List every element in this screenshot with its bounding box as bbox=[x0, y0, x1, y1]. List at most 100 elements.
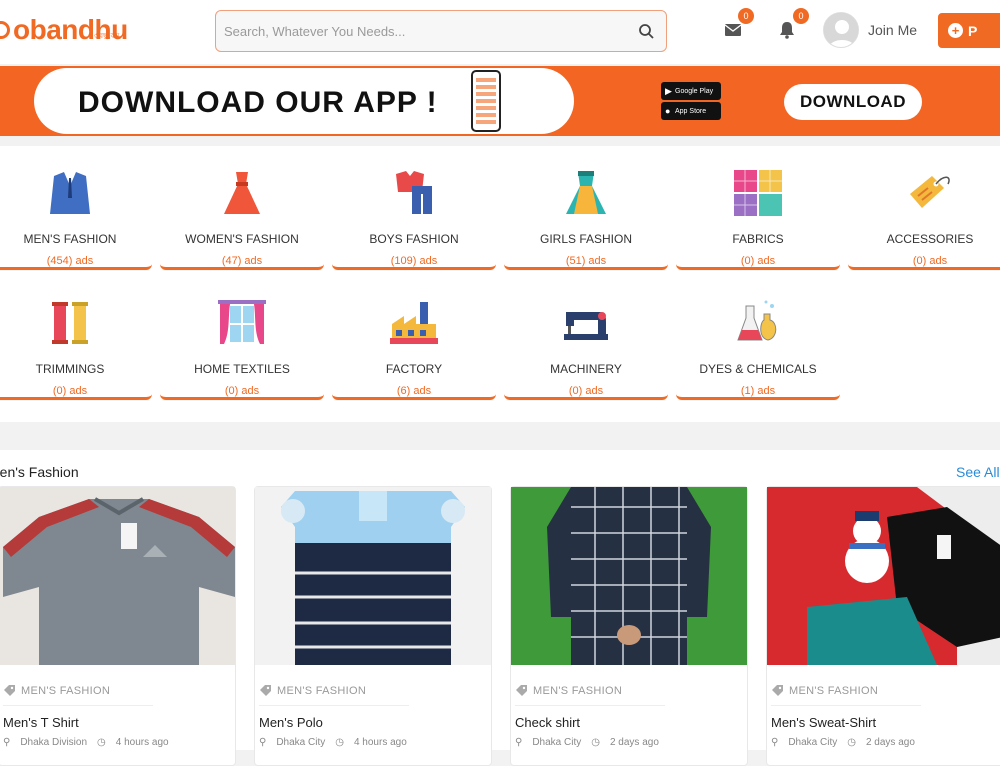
product-image[interactable] bbox=[511, 487, 747, 665]
product-location: Dhaka City bbox=[532, 737, 582, 748]
envelope-icon bbox=[724, 24, 742, 36]
logo-mark-icon bbox=[0, 21, 10, 39]
girls-dress-icon bbox=[566, 171, 606, 214]
download-button[interactable]: DOWNLOAD bbox=[784, 84, 922, 120]
tag-icon bbox=[4, 685, 15, 696]
shirt-icon bbox=[50, 172, 90, 214]
product-card[interactable]: MEN'S FASHION Men's Sweat-Shirt ⚲ Dhaka … bbox=[766, 486, 1000, 766]
clock-icon: ◷ bbox=[847, 737, 856, 748]
category-name: WOMEN'S FASHION bbox=[185, 232, 299, 246]
factory-icon bbox=[390, 302, 438, 344]
product-card[interactable]: MEN'S FASHION Men's T Shirt ⚲ Dhaka Divi… bbox=[0, 486, 236, 766]
messages-button[interactable]: 0 bbox=[724, 8, 754, 40]
curtain-icon bbox=[218, 300, 266, 344]
category-count: (0) ads bbox=[224, 385, 260, 397]
post-ad-label: P bbox=[968, 22, 978, 39]
category-machinery[interactable]: MACHINERY (0) ads bbox=[504, 278, 668, 400]
product-location: Dhaka City bbox=[788, 737, 838, 748]
thread-spool-icon bbox=[52, 302, 88, 344]
category-factory[interactable]: FACTORY (6) ads bbox=[332, 278, 496, 400]
category-name: GIRLS FASHION bbox=[539, 232, 633, 246]
join-link[interactable]: Join Me bbox=[868, 22, 917, 38]
notifications-badge: 0 bbox=[793, 8, 809, 24]
product-title[interactable]: Men's Polo bbox=[259, 715, 323, 730]
product-card[interactable]: MEN'S FASHION Men's Polo ⚲ Dhaka City ◷ … bbox=[254, 486, 492, 766]
category-name: FABRICS bbox=[732, 232, 784, 246]
mens-fashion-section: Men's Fashion See All MEN'S FASHION Men'… bbox=[0, 450, 1000, 766]
product-title[interactable]: Check shirt bbox=[515, 715, 580, 730]
product-location: Dhaka Division bbox=[20, 737, 88, 748]
clock-icon: ◷ bbox=[97, 737, 106, 748]
category-name: ACCESSORIES bbox=[886, 232, 974, 246]
category-count: (1) ads bbox=[740, 385, 776, 397]
category-boys-fashion[interactable]: BOYS FASHION (109) ads bbox=[332, 148, 496, 270]
category-grid: MEN'S FASHION (454) ads WOMEN'S FASHION … bbox=[0, 146, 1000, 422]
messages-badge: 0 bbox=[738, 8, 754, 24]
product-time: 2 days ago bbox=[865, 737, 915, 748]
location-pin-icon: ⚲ bbox=[3, 737, 11, 748]
clock-icon: ◷ bbox=[591, 737, 600, 748]
dress-icon bbox=[224, 172, 260, 214]
search-input[interactable] bbox=[224, 20, 624, 42]
plus-icon: + bbox=[948, 23, 963, 38]
category-count: (6) ads bbox=[396, 385, 432, 397]
flask-icon bbox=[737, 300, 777, 341]
category-count: (454) ads bbox=[46, 255, 94, 267]
clock-icon: ◷ bbox=[335, 737, 344, 748]
category-trimmings[interactable]: TRIMMINGS (0) ads bbox=[0, 278, 152, 400]
avatar[interactable] bbox=[823, 12, 859, 48]
category-name: HOME TEXTILES bbox=[194, 362, 290, 376]
category-name: MACHINERY bbox=[550, 362, 622, 376]
logo-subtitle: ওবন্ধু.কম bbox=[94, 33, 120, 40]
category-name: BOYS FASHION bbox=[369, 232, 459, 246]
product-title[interactable]: Men's T Shirt bbox=[3, 715, 79, 730]
product-image[interactable] bbox=[767, 487, 1000, 665]
location-pin-icon: ⚲ bbox=[771, 737, 779, 748]
see-all-link[interactable]: See All bbox=[956, 464, 1000, 480]
app-store-badge[interactable]: ● App Store bbox=[661, 102, 721, 120]
search-icon[interactable] bbox=[638, 23, 654, 39]
category-count: (51) ads bbox=[565, 255, 607, 267]
category-fabrics[interactable]: FABRICS (0) ads bbox=[676, 148, 840, 270]
product-time: 4 hours ago bbox=[353, 737, 407, 748]
product-category[interactable]: MEN'S FASHION bbox=[533, 685, 622, 697]
product-time: 4 hours ago bbox=[115, 737, 169, 748]
category-name: FACTORY bbox=[385, 362, 443, 376]
category-mens-fashion[interactable]: MEN'S FASHION (454) ads bbox=[0, 148, 152, 270]
boys-clothes-icon bbox=[396, 171, 432, 214]
category-count: (0) ads bbox=[52, 385, 88, 397]
tag-icon bbox=[772, 685, 783, 696]
tag-icon bbox=[910, 176, 950, 208]
category-womens-fashion[interactable]: WOMEN'S FASHION (47) ads bbox=[160, 148, 324, 270]
category-count: (0) ads bbox=[740, 255, 776, 267]
category-dyes-chemicals[interactable]: DYES & CHEMICALS (1) ads bbox=[676, 278, 840, 400]
phone-icon bbox=[471, 70, 501, 132]
category-girls-fashion[interactable]: GIRLS FASHION (51) ads bbox=[504, 148, 668, 270]
post-ad-button[interactable]: + P bbox=[938, 13, 1000, 48]
google-play-badge[interactable]: ▶ Google Play bbox=[661, 82, 721, 100]
category-accessories[interactable]: ACCESSORIES (0) ads bbox=[848, 148, 1000, 270]
user-icon bbox=[824, 13, 858, 47]
product-category[interactable]: MEN'S FASHION bbox=[21, 685, 110, 697]
notifications-button[interactable]: 0 bbox=[779, 8, 809, 40]
category-count: (47) ads bbox=[221, 255, 263, 267]
product-category[interactable]: MEN'S FASHION bbox=[789, 685, 878, 697]
product-title[interactable]: Men's Sweat-Shirt bbox=[771, 715, 876, 730]
tag-icon bbox=[516, 685, 527, 696]
product-image[interactable] bbox=[0, 487, 235, 665]
category-count: (0) ads bbox=[568, 385, 604, 397]
category-home-textiles[interactable]: HOME TEXTILES (0) ads bbox=[160, 278, 324, 400]
search-bar bbox=[215, 10, 667, 52]
fabric-swatch-icon bbox=[734, 170, 782, 216]
location-pin-icon: ⚲ bbox=[259, 737, 267, 748]
tag-icon bbox=[260, 685, 271, 696]
product-category[interactable]: MEN'S FASHION bbox=[277, 685, 366, 697]
product-card[interactable]: MEN'S FASHION Check shirt ⚲ Dhaka City ◷… bbox=[510, 486, 748, 766]
location-pin-icon: ⚲ bbox=[515, 737, 523, 748]
category-name: DYES & CHEMICALS bbox=[699, 362, 817, 376]
bell-icon bbox=[780, 22, 794, 39]
category-count: (109) ads bbox=[390, 255, 438, 267]
category-name: MEN'S FASHION bbox=[23, 232, 117, 246]
product-image[interactable] bbox=[255, 487, 491, 665]
product-location: Dhaka City bbox=[276, 737, 326, 748]
